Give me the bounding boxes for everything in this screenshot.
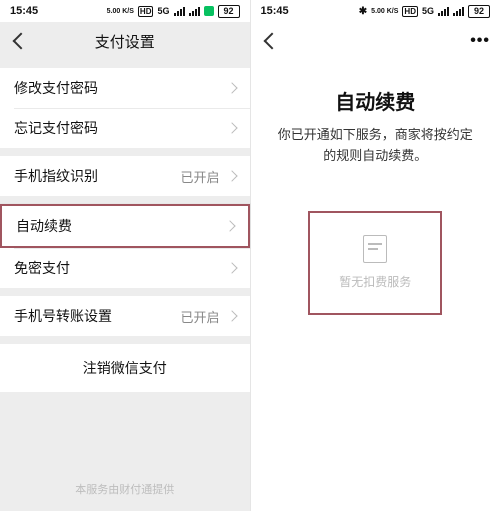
document-icon bbox=[363, 235, 387, 263]
empty-text: 暂无扣费服务 bbox=[339, 273, 411, 290]
row-value: 已开启 bbox=[180, 307, 219, 326]
signal-icon bbox=[438, 7, 449, 16]
deregister-label: 注销微信支付 bbox=[83, 360, 167, 376]
empty-state: 暂无扣费服务 bbox=[308, 211, 442, 315]
chevron-right-icon bbox=[226, 310, 237, 321]
status-hd: HD bbox=[402, 6, 418, 17]
row-label: 手机指纹识别 bbox=[14, 166, 98, 186]
chevron-right-icon bbox=[226, 122, 237, 133]
chevron-right-icon bbox=[226, 262, 237, 273]
battery: 92 bbox=[218, 5, 240, 18]
row-label: 自动续费 bbox=[16, 216, 72, 236]
chevron-left-icon bbox=[263, 33, 280, 50]
more-button[interactable]: ••• bbox=[470, 32, 490, 50]
row-auto-renew[interactable]: 自动续费 bbox=[0, 204, 250, 248]
row-phone-transfer-settings[interactable]: 手机号转账设置 已开启 bbox=[0, 296, 250, 336]
page-title: 自动续费 bbox=[275, 86, 477, 115]
chevron-right-icon bbox=[224, 220, 235, 231]
back-button[interactable] bbox=[261, 30, 283, 52]
row-fingerprint[interactable]: 手机指纹识别 已开启 bbox=[0, 156, 250, 196]
green-dot-icon bbox=[204, 6, 214, 16]
page-description: 你已开通如下服务，商家将按约定的规则自动续费。 bbox=[275, 125, 477, 167]
page-title: 支付设置 bbox=[0, 31, 250, 52]
nav-bar: ••• bbox=[251, 22, 500, 60]
chevron-right-icon bbox=[226, 82, 237, 93]
bluetooth-icon: ✱ bbox=[359, 6, 367, 17]
status-rate: 5.00 K/S bbox=[107, 8, 134, 15]
row-deregister-wechat-pay[interactable]: 注销微信支付 bbox=[0, 344, 250, 392]
row-label: 忘记支付密码 bbox=[14, 118, 98, 138]
row-label: 修改支付密码 bbox=[14, 78, 98, 98]
signal-icon-2 bbox=[189, 7, 200, 16]
row-forgot-pay-password[interactable]: 忘记支付密码 bbox=[0, 108, 250, 148]
status-time: 15:45 bbox=[261, 5, 289, 17]
status-bar: 15:45 ✱ 5.00 K/S HD 5G 92 bbox=[251, 0, 500, 22]
screen-payment-settings: 15:45 5.00 K/S HD 5G 92 支付设置 修改支付密码 bbox=[0, 0, 251, 511]
auto-renew-content: 自动续费 你已开通如下服务，商家将按约定的规则自动续费。 暂无扣费服务 bbox=[251, 60, 500, 511]
settings-content: 修改支付密码 忘记支付密码 手机指纹识别 已开启 bbox=[0, 60, 250, 511]
status-net: 5G bbox=[422, 6, 434, 16]
row-label: 免密支付 bbox=[14, 258, 70, 278]
row-password-free-pay[interactable]: 免密支付 bbox=[0, 248, 250, 288]
back-button[interactable] bbox=[10, 30, 32, 52]
row-value: 已开启 bbox=[180, 167, 219, 186]
battery: 92 bbox=[468, 5, 490, 18]
chevron-left-icon bbox=[13, 33, 30, 50]
chevron-right-icon bbox=[226, 170, 237, 181]
status-hd: HD bbox=[138, 6, 154, 17]
service-provider-note: 本服务由财付通提供 bbox=[0, 481, 250, 511]
nav-bar: 支付设置 bbox=[0, 22, 250, 60]
status-bar: 15:45 5.00 K/S HD 5G 92 bbox=[0, 0, 250, 22]
screen-auto-renew: 15:45 ✱ 5.00 K/S HD 5G 92 ••• 自动续费 你已开通如… bbox=[251, 0, 500, 511]
status-time: 15:45 bbox=[10, 5, 38, 17]
row-change-pay-password[interactable]: 修改支付密码 bbox=[0, 68, 250, 108]
status-net: 5G bbox=[157, 6, 169, 16]
status-rate: 5.00 K/S bbox=[371, 8, 398, 15]
signal-icon-2 bbox=[453, 7, 464, 16]
signal-icon bbox=[174, 7, 185, 16]
row-label: 手机号转账设置 bbox=[14, 306, 112, 326]
